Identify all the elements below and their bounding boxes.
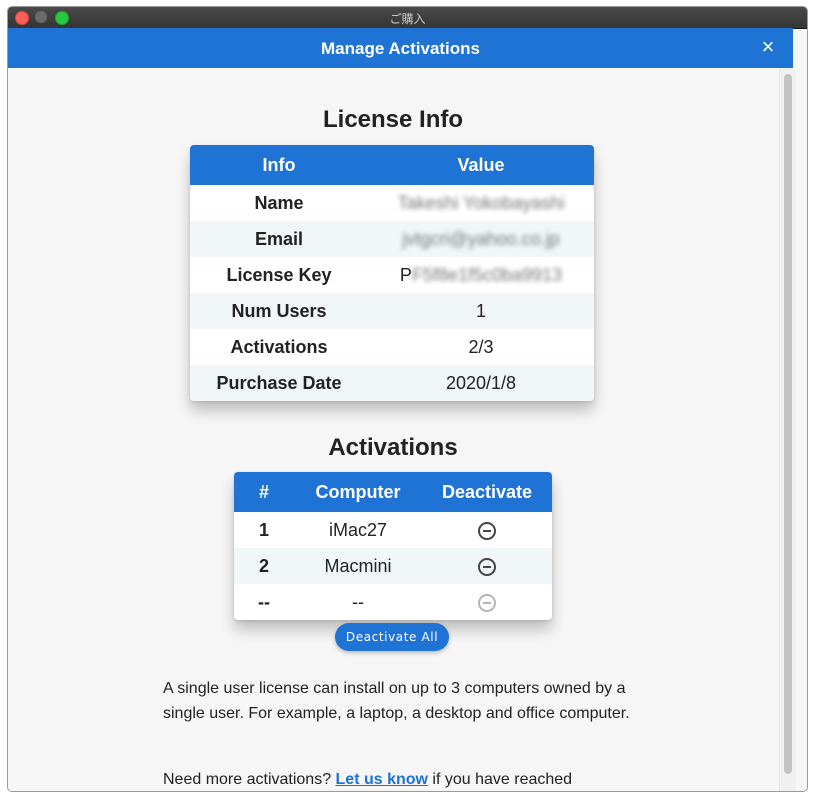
deactivate-cell [422, 512, 552, 548]
minus-circle-icon [478, 593, 496, 612]
window-titlebar[interactable]: ご購入 [8, 7, 807, 29]
blurred-value: Takeshi Yokobayashi [397, 192, 565, 213]
dialog-content: License Info Info Value Name Takeshi Yok… [8, 68, 778, 791]
row-label: Num Users [190, 293, 368, 329]
minus-circle-icon[interactable] [478, 557, 496, 576]
row-label: Purchase Date [190, 365, 368, 401]
license-explanation-text: A single user license can install on up … [163, 680, 630, 722]
row-value-activations: 2/3 [468, 336, 494, 357]
table-row: -- -- [234, 584, 552, 620]
activation-computer: iMac27 [328, 519, 388, 540]
license-info-table: Info Value Name Takeshi Yokobayashi Emai… [190, 145, 594, 401]
window-title: ご購入 [389, 12, 426, 26]
row-value-purchase-date: 2020/1/8 [368, 365, 594, 401]
row-label: Name [254, 192, 304, 213]
column-header-value: Value [368, 145, 594, 185]
row-label: Email [190, 221, 368, 257]
more-activations-suffix: if you have reached [427, 771, 573, 788]
row-value-num-users: 1 [368, 293, 594, 329]
activation-number: 1 [258, 519, 269, 540]
column-header-deactivate: Deactivate [422, 472, 552, 512]
row-value-license-key: PF5f8e1f5c0ba9913 [368, 257, 594, 293]
table-row: 1 iMac27 [234, 512, 552, 548]
column-header-computer: Computer [294, 472, 422, 512]
dialog-header: Manage Activations × [8, 28, 793, 68]
dialog-title: Manage Activations [320, 39, 481, 58]
activations-table: # Computer Deactivate 1 iMac27 2 Macmini [234, 472, 552, 620]
row-value-email: jvtgcri@yahoo.co.jp [368, 221, 594, 257]
let-us-know-link[interactable]: Let us know [336, 771, 428, 788]
activation-computer: Macmini [294, 548, 422, 584]
close-icon[interactable]: × [757, 36, 779, 58]
activation-number: 2 [234, 548, 294, 584]
column-header-number: # [234, 472, 294, 512]
activations-heading: Activations [328, 434, 458, 461]
table-row: Num Users 1 [190, 293, 594, 329]
scrollbar-thumb[interactable] [784, 74, 792, 774]
table-row: Name Takeshi Yokobayashi [190, 185, 594, 221]
row-value-name: Takeshi Yokobayashi [368, 185, 594, 221]
table-row: Email jvtgcri@yahoo.co.jp [190, 221, 594, 257]
more-activations-text: Need more activations? Let us know if yo… [163, 767, 633, 791]
deactivate-cell [422, 584, 552, 620]
more-activations-prefix: Need more activations? [163, 771, 336, 788]
vertical-scrollbar[interactable] [779, 68, 796, 791]
app-window: ご購入 Manage Activations × License Info In… [7, 6, 808, 792]
table-row: License Key PF5f8e1f5c0ba9913 [190, 257, 594, 293]
blurred-value: jvtgcri@yahoo.co.jp [402, 228, 560, 249]
blurred-value: F5f8e1f5c0ba9913 [411, 264, 563, 285]
table-row: Purchase Date 2020/1/8 [190, 365, 594, 401]
deactivate-cell [422, 548, 552, 584]
deactivate-all-button[interactable]: Deactivate All [335, 623, 449, 651]
activation-number: -- [258, 591, 270, 612]
table-row: 2 Macmini [234, 548, 552, 584]
license-key-prefix: P [399, 264, 412, 285]
column-header-info: Info [190, 145, 368, 185]
activation-computer: -- [352, 591, 364, 612]
table-row: Activations 2/3 [190, 329, 594, 365]
row-label: License Key [226, 264, 332, 285]
row-label: Activations [230, 336, 328, 357]
minus-circle-icon[interactable] [478, 521, 496, 540]
license-info-heading: License Info [322, 106, 464, 133]
